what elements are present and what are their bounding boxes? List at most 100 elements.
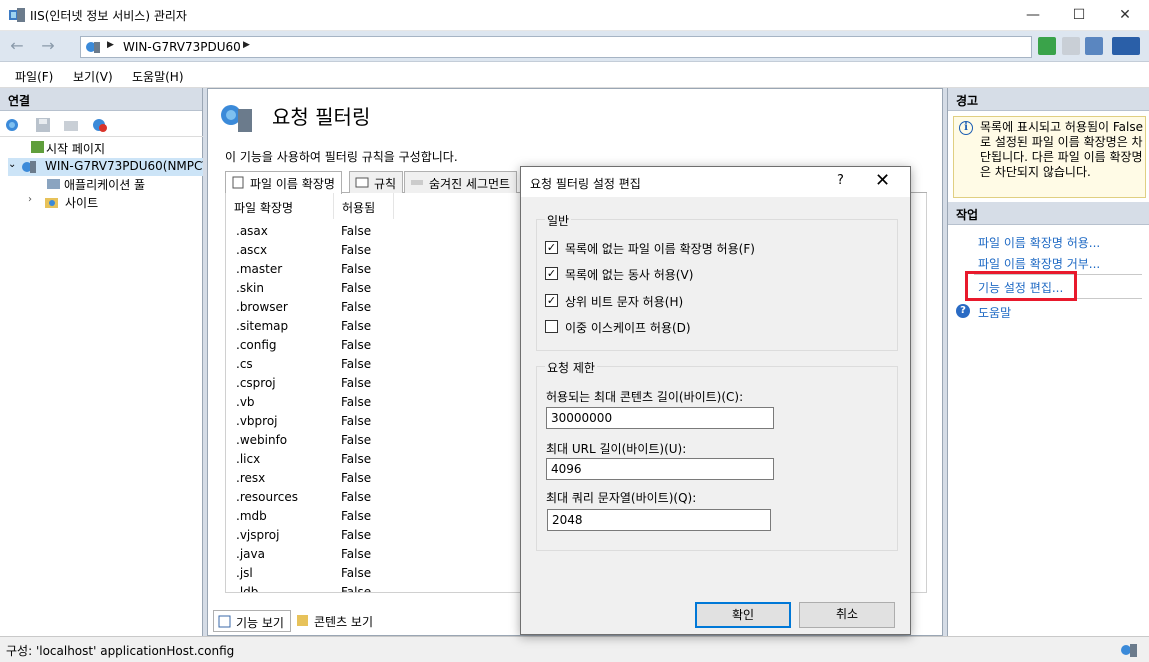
tab-rules[interactable]: 규칙 xyxy=(349,171,404,193)
maximize-button[interactable]: ☐ xyxy=(1056,0,1102,30)
menu-view[interactable]: 보기(V) xyxy=(73,68,113,85)
cell-extension: .sitemap xyxy=(236,319,289,333)
cell-allowed: False xyxy=(341,509,372,523)
up-level-icon[interactable] xyxy=(63,117,79,133)
cell-extension: .vbproj xyxy=(236,414,278,428)
title-bar: IIS(인터넷 정보 서비스) 관리자 — ☐ ✕ xyxy=(0,0,1149,31)
content-view-icon xyxy=(297,615,308,626)
cell-allowed: False xyxy=(341,300,372,314)
status-text: 구성: 'localhost' applicationHost.config xyxy=(6,644,235,658)
checkbox-box[interactable] xyxy=(545,320,558,333)
connections-header: 연결 xyxy=(0,88,202,111)
cell-extension: .jsl xyxy=(236,566,253,580)
tab-hidden-segments-label: 숨겨진 세그먼트 xyxy=(429,177,511,191)
connect-globe-icon[interactable] xyxy=(5,117,21,133)
menu-bar: 파일(F) 보기(V) 도움말(H) xyxy=(0,62,1149,88)
cell-extension: .webinfo xyxy=(236,433,288,447)
dialog-close-button[interactable]: ✕ xyxy=(875,170,890,191)
cell-allowed: False xyxy=(341,243,372,257)
checkbox-label: 목록에 없는 동사 허용(V) xyxy=(565,268,694,282)
content-view-label: 콘텐츠 보기 xyxy=(314,615,374,629)
help-icon[interactable]: ? xyxy=(956,304,970,318)
stop-icon[interactable] xyxy=(1062,37,1080,55)
close-button[interactable]: ✕ xyxy=(1102,0,1148,30)
content-view-tab[interactable]: 콘텐츠 보기 xyxy=(292,610,380,632)
breadcrumb-separator-end[interactable]: ▶ xyxy=(243,40,250,50)
menu-help[interactable]: 도움말(H) xyxy=(132,68,184,85)
breadcrumb-separator: ▶ xyxy=(107,40,114,50)
deny-extension-link[interactable]: 파일 이름 확장명 거부... xyxy=(978,255,1100,272)
ok-button[interactable]: 확인 xyxy=(695,602,791,628)
cell-allowed: False xyxy=(341,319,372,333)
checkbox-label: 상위 비트 문자 허용(H) xyxy=(565,295,684,309)
breadcrumb-server[interactable]: WIN-G7RV73PDU60 xyxy=(123,40,241,54)
column-header-allowed[interactable]: 허용됨 xyxy=(334,193,394,219)
dialog-title: 요청 필터링 설정 편집 xyxy=(530,177,641,191)
window-title: IIS(인터넷 정보 서비스) 관리자 xyxy=(30,9,187,23)
help-dropdown-icon[interactable] xyxy=(1112,37,1140,55)
refresh-icon[interactable] xyxy=(1038,37,1056,55)
help-link[interactable]: 도움말 xyxy=(978,304,1011,321)
tree-sites-label: 사이트 xyxy=(65,196,99,210)
features-view-icon xyxy=(218,615,231,628)
allow-extension-link[interactable]: 파일 이름 확장명 허용... xyxy=(978,234,1100,251)
home-icon[interactable] xyxy=(1085,37,1103,55)
sites-folder-icon xyxy=(45,198,58,208)
checkbox-box[interactable]: ✓ xyxy=(545,267,558,280)
status-bar: 구성: 'localhost' applicationHost.config xyxy=(0,636,1149,662)
cell-extension: .mdb xyxy=(236,509,267,523)
cell-extension: .config xyxy=(236,338,277,352)
tree-server[interactable]: ⌄ WIN-G7RV73PDU60(NMPC\ xyxy=(8,158,206,176)
menu-file[interactable]: 파일(F) xyxy=(15,68,53,85)
page-title: 요청 필터링 xyxy=(272,105,371,129)
cell-allowed: False xyxy=(341,547,372,561)
forward-button[interactable]: → xyxy=(36,35,60,57)
minimize-button[interactable]: — xyxy=(1010,0,1056,30)
max-url-label: 최대 URL 길이(바이트)(U): xyxy=(546,442,687,456)
general-group-label: 일반 xyxy=(545,212,572,229)
cancel-button[interactable]: 취소 xyxy=(799,602,895,628)
actions-header: 작업 xyxy=(948,202,1149,225)
max-query-input[interactable]: 2048 xyxy=(547,509,771,531)
cell-allowed: False xyxy=(341,566,372,580)
start-page-icon xyxy=(31,141,44,153)
tab-file-extensions[interactable]: 파일 이름 확장명 xyxy=(225,171,342,194)
max-content-label: 허용되는 최대 콘텐츠 길이(바이트)(C): xyxy=(546,390,744,404)
cell-allowed: False xyxy=(341,262,372,276)
max-url-input[interactable]: 4096 xyxy=(546,458,774,480)
rules-icon xyxy=(355,177,369,188)
column-header-extension[interactable]: 파일 확장명 xyxy=(226,193,334,219)
tab-rules-label: 규칙 xyxy=(374,177,397,191)
address-bar: ← → ▶ WIN-G7RV73PDU60 ▶ xyxy=(0,31,1149,62)
back-button[interactable]: ← xyxy=(5,35,29,57)
cell-extension: .ldb xyxy=(236,585,259,593)
features-view-tab[interactable]: 기능 보기 xyxy=(213,610,291,632)
cell-allowed: False xyxy=(341,395,372,409)
expand-chevron-icon[interactable]: › xyxy=(28,194,32,205)
hidden-segment-icon xyxy=(411,180,423,185)
alerts-header: 경고 xyxy=(948,88,1149,111)
actions-panel: 경고 i 목록에 표시되고 허용됨이 False로 설정된 파일 이름 확장명은… xyxy=(947,88,1149,636)
max-content-input[interactable]: 30000000 xyxy=(546,407,774,429)
save-icon[interactable] xyxy=(35,117,51,133)
tab-file-extensions-label: 파일 이름 확장명 xyxy=(250,177,335,191)
features-view-label: 기능 보기 xyxy=(236,616,284,630)
cell-extension: .skin xyxy=(236,281,264,295)
page-description: 이 기능을 사용하여 필터링 규칙을 구성합니다. xyxy=(225,150,458,164)
connections-panel: 연결 시작 페이지 ⌄ WIN-G7RV73PDU60(NMPC\ 애플리케이션… xyxy=(0,88,206,636)
cell-allowed: False xyxy=(341,414,372,428)
tab-hidden-segments[interactable]: 숨겨진 세그먼트 xyxy=(404,171,518,193)
checkbox-box[interactable]: ✓ xyxy=(545,294,558,307)
disconnect-icon[interactable] xyxy=(92,117,108,133)
dialog-title-bar: 요청 필터링 설정 편집 ? ✕ xyxy=(521,167,910,197)
iis-app-icon xyxy=(9,8,25,22)
cell-extension: .master xyxy=(236,262,283,276)
collapse-chevron-icon[interactable]: ⌄ xyxy=(8,159,16,170)
cell-extension: .resources xyxy=(236,490,298,504)
highlight-annotation xyxy=(965,271,1077,301)
dialog-help-button[interactable]: ? xyxy=(837,173,844,188)
cell-extension: .java xyxy=(236,547,265,561)
address-field[interactable]: ▶ WIN-G7RV73PDU60 ▶ xyxy=(80,36,1032,58)
checkbox-box[interactable]: ✓ xyxy=(545,241,558,254)
cell-allowed: False xyxy=(341,471,372,485)
